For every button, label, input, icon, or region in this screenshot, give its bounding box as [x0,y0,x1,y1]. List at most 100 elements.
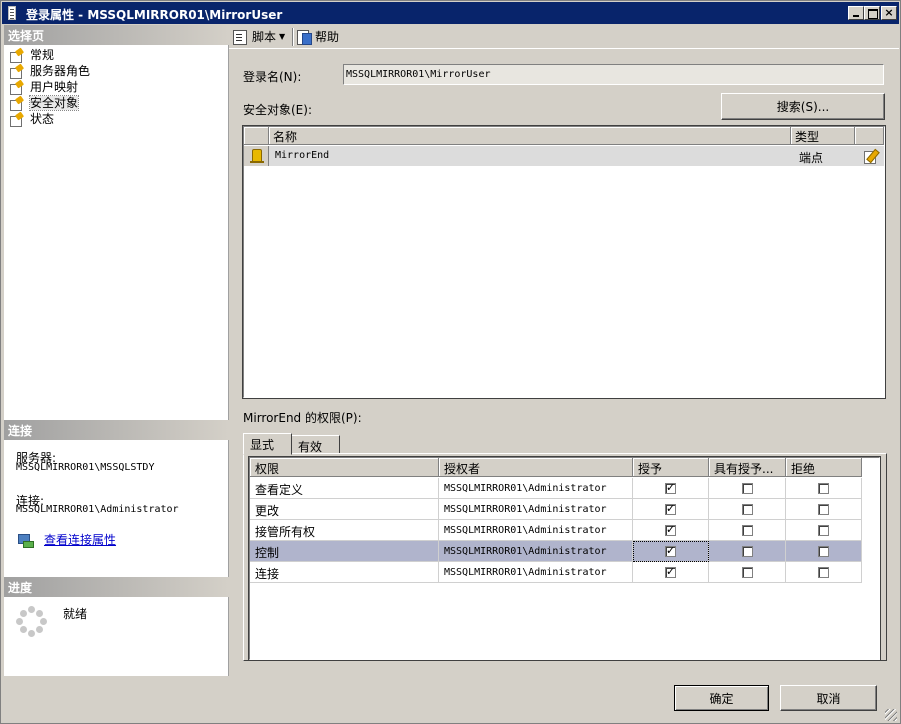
with-grant-cell [709,541,786,562]
with-grant-checkbox[interactable] [742,483,753,494]
help-icon [297,30,312,45]
grantor-cell: MSSQLMIRROR01\Administrator [439,541,633,562]
toolbar-separator [292,28,294,46]
sidebar-item-page[interactable]: 用户映射 [8,79,90,95]
grant-checkbox[interactable] [665,523,676,536]
permission-cell: 查看定义 [250,478,439,499]
tab-explicit[interactable]: 显式 [243,433,292,455]
column-header-name[interactable]: 名称 [269,127,791,145]
with-grant-checkbox[interactable] [742,504,753,515]
help-button[interactable]: 帮助 [297,28,339,46]
resize-grip[interactable] [885,709,897,721]
deny-cell [786,499,862,520]
server-value: MSSQLMIRROR01\MSSQLSTDY [16,462,155,473]
view-connection-properties-link[interactable]: 查看连接属性 [44,531,116,548]
deny-cell [786,562,862,583]
script-label: 脚本 [252,30,277,44]
sidebar-item-page[interactable]: 常规 [8,47,90,63]
with-grant-cell [709,499,786,520]
with-grant-cell [709,562,786,583]
table-row[interactable]: 更改 MSSQLMIRROR01\Administrator [250,499,862,520]
column-header-permission[interactable]: 权限 [250,458,439,477]
sidebar-item-label: 安全对象 [28,95,80,111]
select-page-header: 选择页 [4,25,229,45]
spinner-dot [36,626,44,634]
grant-checkbox[interactable] [665,502,676,515]
table-row[interactable]: 查看定义 MSSQLMIRROR01\Administrator [250,478,862,499]
connection-value: MSSQLMIRROR01\Administrator [16,504,179,515]
sidebar-item-page[interactable]: 状态 [8,111,90,127]
with-grant-checkbox[interactable] [742,567,753,578]
grid-corner-header [244,127,269,145]
deny-cell [786,478,862,499]
page-icon [10,65,24,79]
column-header-with-grant[interactable]: 具有授予... [709,458,786,477]
grant-cell [633,541,709,562]
spinner-dot [19,626,27,634]
permission-cell: 控制 [250,541,439,562]
deny-checkbox[interactable] [818,525,829,536]
permission-cell: 连接 [250,562,439,583]
progress-header: 进度 [4,577,229,597]
page-icon [10,113,24,127]
script-icon [233,30,248,45]
connection-properties-icon [16,533,34,548]
dialog-window: 登录属性 - MSSQLMIRROR01\MirrorUser × 选择页 常规… [0,0,901,724]
permissions-panel: 权限 授权者 授予 具有授予... 拒绝 查看定义 MSSQLMIRROR01\A… [243,453,887,661]
sidebar-item-label: 用户映射 [30,80,79,94]
table-row[interactable]: 接管所有权 MSSQLMIRROR01\Administrator [250,520,862,541]
column-header-type[interactable]: 类型 [791,127,855,145]
tab-effective[interactable]: 有效 [291,435,340,455]
page-list: 常规 服务器角色 用户映射 安全对象 状态 [8,47,90,127]
deny-cell [786,520,862,541]
table-row[interactable]: 连接 MSSQLMIRROR01\Administrator [250,562,862,583]
deny-checkbox[interactable] [818,504,829,515]
deny-checkbox[interactable] [818,567,829,578]
grant-checkbox[interactable] [665,481,676,494]
with-grant-cell [709,478,786,499]
search-button[interactable]: 搜索(S)... [721,93,885,120]
edit-icon[interactable] [863,148,879,164]
cancel-button[interactable]: 取消 [780,685,877,711]
sidebar-item-label: 状态 [30,112,55,126]
grant-checkbox[interactable] [665,544,676,557]
permissions-grid[interactable]: 权限 授权者 授予 具有授予... 拒绝 查看定义 MSSQLMIRROR01\A… [248,456,881,661]
login-name-field[interactable]: MSSQLMIRROR01\MirrorUser [343,64,884,85]
deny-checkbox[interactable] [818,483,829,494]
permission-cell: 更改 [250,499,439,520]
toolbar: 脚本 ▼ 帮助 [229,25,899,49]
securable-name: MirrorEnd [275,150,330,161]
endpoint-icon [250,149,264,163]
securables-grid[interactable]: 名称 类型 MirrorEnd 端点 [242,125,886,399]
with-grant-checkbox[interactable] [742,525,753,536]
deny-checkbox[interactable] [818,546,829,557]
chevron-down-icon[interactable]: ▼ [279,28,285,46]
progress-spinner-icon [16,606,48,638]
column-header-grantor[interactable]: 授权者 [439,458,633,477]
table-row[interactable]: 控制 MSSQLMIRROR01\Administrator [250,541,862,562]
table-row[interactable]: MirrorEnd 端点 [244,146,884,166]
page-icon [10,97,24,111]
grant-checkbox[interactable] [665,565,676,578]
grantor-cell: MSSQLMIRROR01\Administrator [439,520,633,541]
with-grant-cell [709,520,786,541]
login-name-label: 登录名(N): [243,70,302,84]
maximize-button[interactable] [864,6,880,20]
script-button[interactable]: 脚本 [233,28,276,46]
column-header-grant[interactable]: 授予 [633,458,709,477]
permission-cell: 接管所有权 [250,520,439,541]
grant-cell [633,562,709,583]
title-bar[interactable]: 登录属性 - MSSQLMIRROR01\MirrorUser × [2,2,899,24]
close-button[interactable]: × [881,6,897,20]
main-panel: 登录名(N): MSSQLMIRROR01\MirrorUser 安全对象(E)… [230,50,899,676]
sidebar-item-page[interactable]: 服务器角色 [8,63,90,79]
ok-button[interactable]: 确定 [674,685,769,711]
spinner-dot [28,630,35,637]
page-icon [10,81,24,95]
with-grant-checkbox[interactable] [742,546,753,557]
spinner-dot [16,618,23,625]
grant-cell [633,520,709,541]
minimize-button[interactable] [848,6,864,20]
column-header-deny[interactable]: 拒绝 [786,458,862,477]
sidebar-item-page[interactable]: 安全对象 [8,95,90,111]
